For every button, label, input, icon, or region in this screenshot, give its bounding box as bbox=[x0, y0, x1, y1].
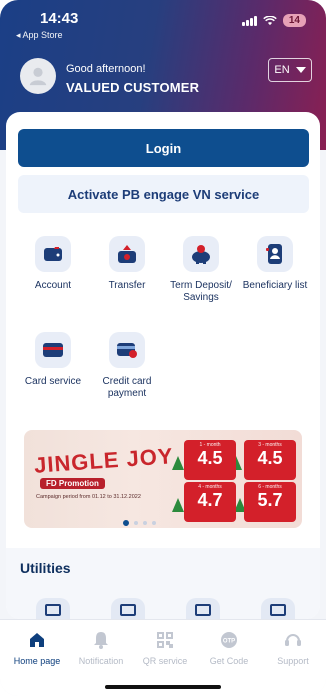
service-label: Account bbox=[34, 280, 72, 291]
rate-card: 6 - months 5.7 bbox=[244, 482, 296, 522]
service-transfer[interactable]: Transfer bbox=[90, 236, 164, 292]
greeting-text: Good afternoon! bbox=[66, 63, 146, 75]
tab-notification[interactable]: Notification bbox=[70, 630, 132, 666]
language-selector[interactable]: EN bbox=[268, 58, 312, 82]
wifi-icon bbox=[263, 15, 277, 25]
service-credit-card-payment[interactable]: Credit card payment bbox=[90, 332, 164, 400]
bell-icon bbox=[91, 630, 111, 650]
rate-value: 4.5 bbox=[197, 448, 223, 468]
rate-card: 3 - months 4.5 bbox=[244, 440, 296, 480]
rate-value: 4.7 bbox=[197, 490, 223, 510]
service-label: Beneficiary list bbox=[242, 280, 308, 291]
avatar[interactable] bbox=[20, 58, 56, 94]
home-indicator[interactable] bbox=[105, 685, 221, 689]
svg-text:OTP: OTP bbox=[223, 639, 235, 645]
page-dot[interactable] bbox=[152, 521, 156, 525]
service-label: Card service bbox=[24, 376, 82, 387]
tab-qr-service[interactable]: QR service bbox=[134, 630, 196, 666]
credit-card-payment-icon bbox=[109, 332, 145, 368]
contact-book-icon bbox=[257, 236, 293, 272]
qr-code-icon bbox=[155, 630, 175, 650]
page-dot[interactable] bbox=[134, 521, 138, 525]
tab-label: Get Code bbox=[209, 656, 249, 666]
tab-home[interactable]: Home page bbox=[6, 630, 68, 666]
tab-label: Home page bbox=[13, 656, 61, 666]
status-icons: 14 bbox=[241, 14, 306, 27]
page-dot-active[interactable] bbox=[123, 520, 129, 526]
tab-support[interactable]: Support bbox=[262, 630, 324, 666]
greeting-section: Good afternoon! VALUED CUSTOMER EN bbox=[20, 58, 320, 102]
headset-icon bbox=[283, 630, 303, 650]
tree-decoration-icon bbox=[172, 456, 184, 470]
rate-card: 4 - months 4.7 bbox=[184, 482, 236, 522]
status-bar: 14:43 ◂ App Store 14 bbox=[0, 0, 326, 44]
service-account[interactable]: Account bbox=[16, 236, 90, 292]
piggy-bank-icon bbox=[183, 236, 219, 272]
rate-term: 4 - months bbox=[198, 484, 222, 490]
status-time: 14:43 bbox=[40, 10, 79, 27]
banner-subtitle: FD Promotion bbox=[40, 478, 105, 489]
rate-value: 4.5 bbox=[257, 448, 283, 468]
otp-icon: OTP bbox=[219, 630, 239, 650]
tab-get-code[interactable]: OTP Get Code bbox=[198, 630, 260, 666]
service-card[interactable]: Card service bbox=[16, 332, 90, 388]
rate-term: 3 - months bbox=[258, 442, 282, 448]
main-sheet: Login Activate PB engage VN service Acco… bbox=[6, 112, 320, 632]
rate-value: 5.7 bbox=[257, 490, 283, 510]
service-label: Term Deposit/ Savings bbox=[170, 280, 232, 303]
user-icon bbox=[29, 67, 47, 86]
service-label: Credit card payment bbox=[102, 376, 152, 399]
back-to-app-store[interactable]: ◂ App Store bbox=[16, 30, 63, 41]
user-name: VALUED CUSTOMER bbox=[66, 80, 200, 95]
card-icon bbox=[35, 332, 71, 368]
banner-pagination[interactable] bbox=[123, 520, 156, 526]
login-button[interactable]: Login bbox=[18, 129, 309, 167]
signal-icon bbox=[241, 15, 257, 26]
service-beneficiary-list[interactable]: Beneficiary list bbox=[238, 236, 312, 292]
banner-note: Campaign period from 01.12 to 31.12.2022 bbox=[36, 494, 141, 500]
service-label: Transfer bbox=[108, 280, 146, 291]
utilities-section: Utilities bbox=[6, 548, 320, 632]
language-label: EN bbox=[274, 64, 290, 76]
home-icon bbox=[27, 630, 47, 650]
chevron-down-icon bbox=[295, 67, 306, 73]
tab-label: Notification bbox=[78, 656, 124, 666]
wallet-icon bbox=[35, 236, 71, 272]
tab-label: QR service bbox=[142, 656, 188, 666]
utilities-row bbox=[6, 598, 320, 632]
promo-banner[interactable]: JINGLE JOY FD Promotion Campaign period … bbox=[24, 430, 302, 528]
rate-term: 6 - months bbox=[258, 484, 282, 490]
transfer-icon bbox=[109, 236, 145, 272]
utilities-title: Utilities bbox=[20, 560, 71, 576]
rate-card: 1 - month 4.5 bbox=[184, 440, 236, 480]
service-term-deposit[interactable]: Term Deposit/ Savings bbox=[164, 236, 238, 304]
rate-term: 1 - month bbox=[199, 442, 221, 448]
banner-title: JINGLE JOY bbox=[33, 443, 175, 478]
battery-indicator: 14 bbox=[282, 14, 306, 27]
phone-screen: 14:43 ◂ App Store 14 Good afternoon! VAL… bbox=[0, 0, 326, 696]
activate-service-button[interactable]: Activate PB engage VN service bbox=[18, 175, 309, 213]
tree-decoration-icon bbox=[172, 498, 184, 512]
tab-label: Support bbox=[277, 656, 309, 666]
page-dot[interactable] bbox=[143, 521, 147, 525]
